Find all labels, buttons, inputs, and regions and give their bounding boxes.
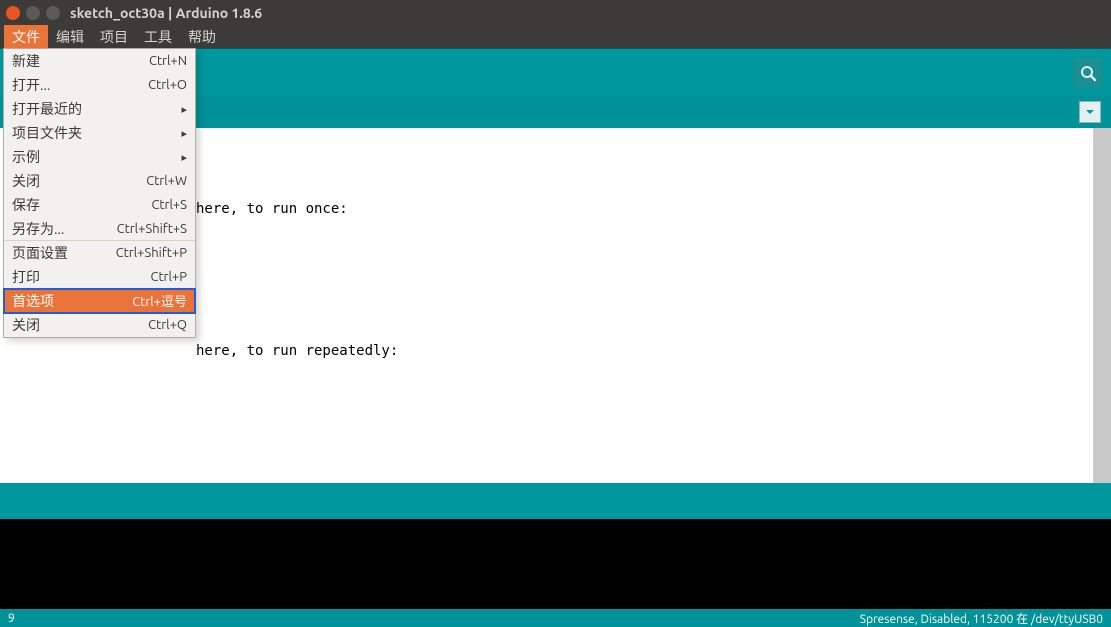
menu-item-label: 打开最近的 <box>12 99 82 119</box>
menu-item-label: 页面设置 <box>12 243 68 263</box>
menu-item-page-setup[interactable]: 页面设置 Ctrl+Shift+P <box>4 241 195 265</box>
menu-item-close[interactable]: 关闭 Ctrl+W <box>4 169 195 193</box>
menu-item-shortcut: Ctrl+O <box>148 78 187 92</box>
menu-item-label: 另存为... <box>12 219 64 239</box>
menu-item-label: 保存 <box>12 195 40 215</box>
submenu-arrow-icon: ▸ <box>181 127 187 140</box>
menu-item-save[interactable]: 保存 Ctrl+S <box>4 193 195 217</box>
menu-item-new[interactable]: 新建 Ctrl+N <box>4 49 195 73</box>
menu-item-save-as[interactable]: 另存为... Ctrl+Shift+S <box>4 217 195 241</box>
chevron-down-icon <box>1085 107 1095 117</box>
window-maximize-button[interactable] <box>46 6 60 20</box>
line-number: 9 <box>8 612 15 625</box>
menu-item-examples[interactable]: 示例 ▸ <box>4 145 195 169</box>
menu-edit[interactable]: 编辑 <box>48 25 92 49</box>
menu-item-label: 关闭 <box>12 171 40 191</box>
menu-bar: 文件 编辑 项目 工具 帮助 <box>0 26 1111 48</box>
window-controls <box>6 6 60 20</box>
window-close-button[interactable] <box>6 6 20 20</box>
code-line: here, to run repeatedly: <box>36 341 1093 361</box>
menu-item-label: 打开... <box>12 75 50 95</box>
status-bar: 9 Spresense, Disabled, 115200 在 /dev/tty… <box>0 609 1111 627</box>
menu-item-shortcut: Ctrl+S <box>151 198 187 212</box>
menu-file[interactable]: 文件 <box>4 25 48 49</box>
menu-item-shortcut: Ctrl+Shift+S <box>117 222 187 236</box>
menu-help[interactable]: 帮助 <box>180 25 224 49</box>
menu-item-shortcut: Ctrl+逗号 <box>132 291 187 310</box>
menu-item-label: 新建 <box>12 51 40 71</box>
menu-item-preferences[interactable]: 首选项 Ctrl+逗号 <box>4 289 195 313</box>
menu-item-shortcut: Ctrl+Q <box>148 318 187 332</box>
serial-monitor-button[interactable] <box>1073 58 1103 88</box>
tab-menu-button[interactable] <box>1079 101 1101 123</box>
menu-item-label: 打印 <box>12 267 40 287</box>
menu-item-sketchbook[interactable]: 项目文件夹 ▸ <box>4 121 195 145</box>
output-console[interactable] <box>0 519 1111 609</box>
menu-item-open-recent[interactable]: 打开最近的 ▸ <box>4 97 195 121</box>
menu-item-shortcut: Ctrl+P <box>150 270 187 284</box>
menu-item-shortcut: Ctrl+Shift+P <box>116 246 187 260</box>
status-strip <box>0 483 1111 519</box>
menu-item-quit[interactable]: 关闭 Ctrl+Q <box>4 313 195 337</box>
menu-sketch[interactable]: 项目 <box>92 25 136 49</box>
menu-item-print[interactable]: 打印 Ctrl+P <box>4 265 195 289</box>
window-title: sketch_oct30a | Arduino 1.8.6 <box>70 5 262 21</box>
menu-tools[interactable]: 工具 <box>136 25 180 49</box>
menu-item-shortcut: Ctrl+W <box>146 174 187 188</box>
scrollbar-thumb[interactable] <box>1094 128 1111 483</box>
menu-item-label: 关闭 <box>12 315 40 335</box>
window-minimize-button[interactable] <box>26 6 40 20</box>
title-bar: sketch_oct30a | Arduino 1.8.6 <box>0 0 1111 26</box>
submenu-arrow-icon: ▸ <box>181 151 187 164</box>
file-menu-dropdown: 新建 Ctrl+N 打开... Ctrl+O 打开最近的 ▸ 项目文件夹 ▸ 示例 ▸ 关… <box>3 48 196 338</box>
vertical-scrollbar[interactable] <box>1093 128 1111 483</box>
serial-monitor-icon <box>1078 63 1098 83</box>
board-port-info: Spresense, Disabled, 115200 在 /dev/ttyUS… <box>860 610 1103 627</box>
menu-item-shortcut: Ctrl+N <box>149 54 187 68</box>
menu-item-label: 项目文件夹 <box>12 123 82 143</box>
menu-item-label: 示例 <box>12 147 40 167</box>
menu-item-label: 首选项 <box>12 291 54 311</box>
submenu-arrow-icon: ▸ <box>181 103 187 116</box>
menu-item-open[interactable]: 打开... Ctrl+O <box>4 73 195 97</box>
